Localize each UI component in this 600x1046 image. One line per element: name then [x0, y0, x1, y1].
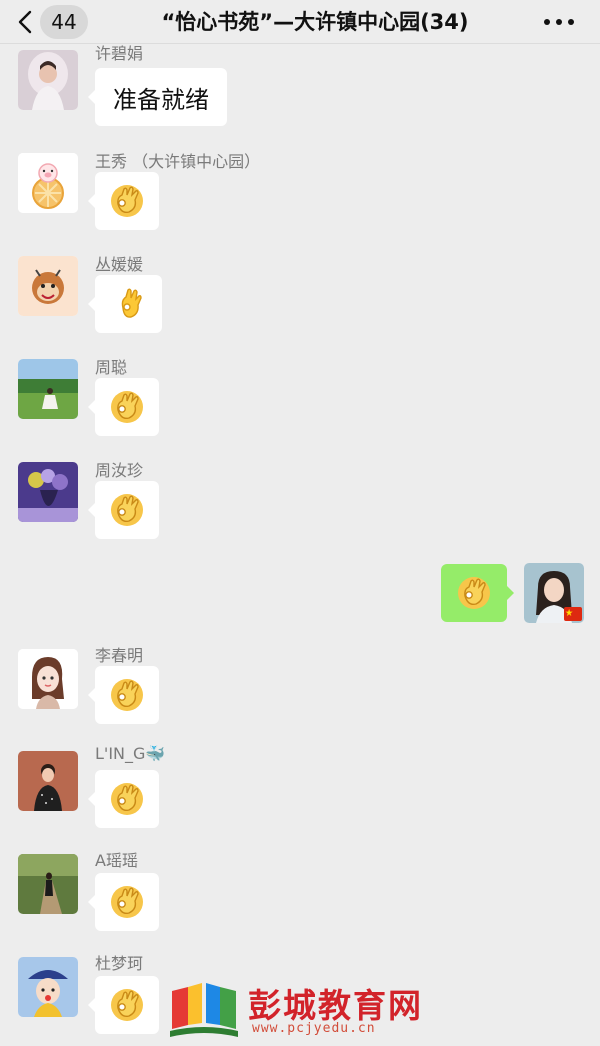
avatar[interactable]	[18, 256, 78, 316]
ok-hand-icon	[110, 493, 144, 527]
watermark-name: 彭城教育网	[248, 986, 423, 1025]
chat-message-self	[0, 560, 600, 630]
avatar[interactable]	[18, 957, 78, 1017]
message-bubble[interactable]	[88, 770, 159, 828]
sender-name: 周聪	[95, 358, 128, 377]
ok-hand-icon	[110, 678, 144, 712]
message-bubble[interactable]	[88, 275, 162, 333]
chat-message: A瑶瑶	[0, 847, 600, 943]
open-book-logo-icon	[170, 983, 238, 1037]
message-bubble[interactable]	[88, 976, 159, 1034]
ok-hand-icon	[110, 885, 144, 919]
more-dots-icon[interactable]	[544, 12, 574, 32]
chat-message: 周聪	[0, 352, 600, 448]
ok-hand-icon	[121, 288, 142, 318]
sender-name: 周汝珍	[95, 461, 144, 480]
avatar[interactable]	[18, 153, 78, 213]
chat-message: 许碧娟 准备就绪	[0, 36, 600, 132]
ok-hand-icon	[457, 576, 491, 610]
self-portrait-icon	[524, 563, 584, 623]
cartoon-girl-icon	[18, 649, 78, 709]
avatar[interactable]	[18, 854, 78, 914]
message-bubble[interactable]	[88, 378, 159, 436]
avatar[interactable]	[18, 649, 78, 709]
girl-on-grass-icon	[18, 359, 78, 419]
chat-message: 丛媛媛	[0, 249, 600, 345]
chat-message: 周汝珍	[0, 455, 600, 551]
site-watermark: 彭城教育网 www.pcjyedu.cn	[168, 975, 438, 1040]
cartoon-monkey-icon	[18, 256, 78, 316]
avatar[interactable]	[18, 359, 78, 419]
message-bubble[interactable]: 准备就绪	[88, 68, 227, 126]
unread-count-badge: 44	[40, 5, 88, 39]
message-bubble[interactable]	[88, 666, 159, 724]
bride-photo-icon	[18, 50, 78, 110]
message-bubble[interactable]	[441, 564, 514, 622]
back-button[interactable]: 44	[18, 4, 100, 40]
ok-hand-icon	[110, 184, 144, 218]
avatar[interactable]	[18, 751, 78, 811]
ok-hand-icon	[110, 988, 144, 1022]
sender-name: 杜梦珂	[95, 954, 144, 973]
message-bubble[interactable]	[88, 172, 159, 230]
chevron-left-icon	[18, 10, 32, 34]
chat-header: 44 “怡心书苑”—大许镇中心园(34)	[0, 0, 600, 44]
sender-name: 李春明	[95, 646, 144, 665]
sender-name: 王秀 （大许镇中心园）	[95, 152, 261, 171]
watermark-url: www.pcjyedu.cn	[252, 1021, 376, 1036]
chat-message: L'IN_G🐳	[0, 744, 600, 840]
cartoon-girl-hat-icon	[18, 957, 78, 1017]
avatar[interactable]	[18, 462, 78, 522]
ok-hand-icon	[110, 782, 144, 816]
chat-message: 王秀 （大许镇中心园）	[0, 146, 600, 242]
message-text: 准备就绪	[113, 85, 209, 114]
person-red-background-icon	[18, 751, 78, 811]
chat-message: 李春明	[0, 642, 600, 738]
sender-name: L'IN_G🐳	[95, 744, 166, 763]
message-bubble[interactable]	[88, 481, 159, 539]
woman-on-path-icon	[18, 854, 78, 914]
purple-flowers-icon	[18, 462, 78, 522]
cartoon-pig-icon	[18, 153, 78, 213]
ok-hand-icon	[110, 390, 144, 424]
message-bubble[interactable]	[88, 873, 159, 931]
avatar[interactable]	[524, 563, 584, 623]
chat-title: “怡心书苑”—大许镇中心园(34)	[161, 10, 469, 34]
sender-name: 丛媛媛	[95, 255, 144, 274]
avatar[interactable]	[18, 50, 78, 110]
sender-name: A瑶瑶	[95, 851, 138, 870]
